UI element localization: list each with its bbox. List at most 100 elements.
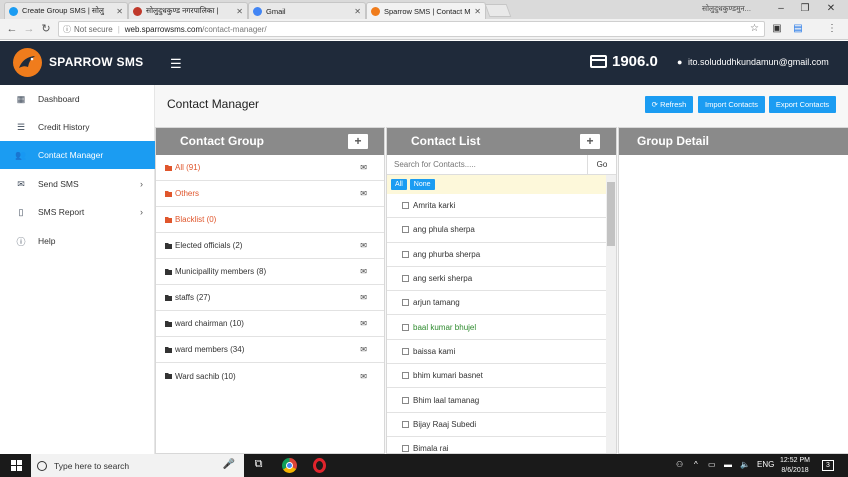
group-item-elected-officials[interactable]: Elected officials (2) ✉ <box>156 233 384 259</box>
contact-checkbox[interactable] <box>402 396 409 404</box>
opera-taskbar-icon[interactable] <box>313 458 326 473</box>
contact-item[interactable]: Bimala rai <box>387 437 606 453</box>
browser-tab-create-group[interactable]: Create Group SMS | सोलु ✕ <box>4 2 128 19</box>
import-contacts-button[interactable]: Import Contacts <box>698 96 765 113</box>
envelope-icon[interactable]: ✉ <box>360 319 367 328</box>
contact-checkbox[interactable] <box>402 299 409 307</box>
language-indicator[interactable]: ENG <box>757 460 774 469</box>
sidebar-item-dashboard[interactable]: ▦ Dashboard <box>0 85 155 113</box>
group-item-others[interactable]: Others ✉ <box>156 181 384 207</box>
group-item-staffs[interactable]: staffs (27) ✉ <box>156 285 384 311</box>
user-icon: ● <box>677 57 683 67</box>
contact-item[interactable]: Bijay Raaj Subedi <box>387 413 606 437</box>
contact-item[interactable]: baal kumar bhujel <box>387 315 606 340</box>
sidebar-item-sms-report[interactable]: ▯ SMS Report › <box>0 198 155 226</box>
group-item-ward-sachib[interactable]: Ward sachib (10) ✉ <box>156 363 384 389</box>
contact-item[interactable]: ang serki sherpa <box>387 267 606 292</box>
user-email[interactable]: ito.solududhkundamun@gmail.com <box>688 57 829 67</box>
envelope-icon[interactable]: ✉ <box>360 241 367 250</box>
contact-item[interactable]: bhim kumari basnet <box>387 364 606 389</box>
contact-item[interactable]: Bhim laal tamanag <box>387 388 606 413</box>
group-item-blacklist[interactable]: Blacklist (0) <box>156 207 384 233</box>
folder-icon <box>165 268 172 275</box>
bookmark-star-icon[interactable]: ☆ <box>750 23 759 34</box>
contact-item[interactable]: arjun tamang <box>387 291 606 316</box>
menu-dots-icon[interactable]: ⋮ <box>826 23 838 35</box>
microphone-icon[interactable]: 🎤 <box>223 459 235 470</box>
group-item-municipality-members[interactable]: Municipallity members (8) ✉ <box>156 259 384 285</box>
close-tab-icon[interactable]: ✕ <box>116 7 123 16</box>
reload-icon[interactable]: ↻ <box>39 22 53 36</box>
chrome-taskbar-icon[interactable] <box>282 458 297 473</box>
contact-checkbox[interactable] <box>402 202 409 210</box>
contact-checkbox[interactable] <box>402 323 409 331</box>
notifications-icon[interactable]: 3 <box>822 460 834 471</box>
contact-search-input[interactable] <box>387 155 588 174</box>
envelope-icon[interactable]: ✉ <box>360 293 367 302</box>
info-icon[interactable]: ⓘ <box>63 24 71 35</box>
close-window-icon[interactable]: ✕ <box>822 2 840 16</box>
envelope-icon[interactable]: ✉ <box>360 163 367 172</box>
taskbar-search-box[interactable]: Type here to search 🎤 <box>31 454 244 477</box>
group-item-ward-chairman[interactable]: ward chairman (10) ✉ <box>156 311 384 337</box>
contact-item[interactable]: ang phula sherpa <box>387 218 606 243</box>
app-logo-text[interactable]: SPARROW SMS <box>49 55 143 69</box>
browser-tab-sparrow-contact[interactable]: Sparrow SMS | Contact M ✕ <box>366 2 486 19</box>
envelope-icon[interactable]: ✉ <box>360 189 367 198</box>
browser-tab-gmail[interactable]: Gmail ✕ <box>248 2 366 19</box>
contact-checkbox[interactable] <box>402 250 409 258</box>
sidebar-item-help[interactable]: ⓘ Help <box>0 227 155 255</box>
forward-icon[interactable]: → <box>22 22 36 36</box>
search-go-button[interactable]: Go <box>588 155 616 174</box>
close-tab-icon[interactable]: ✕ <box>474 7 481 16</box>
contact-item[interactable]: ang phurba sherpa <box>387 243 606 267</box>
sidebar-item-send-sms[interactable]: ✉ Send SMS › <box>0 170 155 198</box>
group-item-all[interactable]: All (91) ✉ <box>156 155 384 181</box>
windows-start-icon[interactable] <box>11 460 22 471</box>
task-view-icon[interactable]: ⧉ <box>251 458 266 473</box>
close-tab-icon[interactable]: ✕ <box>236 7 243 16</box>
sidebar-item-label: Contact Manager <box>38 150 104 160</box>
contact-item[interactable]: Amrita karki <box>387 194 606 219</box>
taskbar-clock[interactable]: 12:52 PM 8/6/2018 <box>780 456 810 476</box>
folder-icon <box>165 190 172 197</box>
battery-icon[interactable]: ▬ <box>724 460 732 469</box>
folder-icon <box>165 164 172 171</box>
back-icon[interactable]: ← <box>5 22 19 36</box>
contact-checkbox[interactable] <box>402 372 409 380</box>
contact-item[interactable]: baissa kami <box>387 340 606 365</box>
extension-blue-icon[interactable]: ▤ <box>792 23 804 35</box>
add-contact-button[interactable]: + <box>580 134 600 149</box>
contact-checkbox[interactable] <box>402 445 409 453</box>
close-tab-icon[interactable]: ✕ <box>354 7 361 16</box>
contact-checkbox[interactable] <box>402 420 409 428</box>
sidebar-item-contact-manager[interactable]: 👥 Contact Manager <box>0 141 155 169</box>
people-icon[interactable]: ⚇ <box>676 460 683 469</box>
minimize-icon[interactable]: – <box>772 2 790 16</box>
group-item-ward-members[interactable]: ward members (34) ✉ <box>156 337 384 363</box>
volume-icon[interactable]: 🔈 <box>740 460 750 469</box>
contact-checkbox[interactable] <box>402 275 409 283</box>
group-list: All (91) ✉ Others ✉ Blacklist (0) Electe… <box>156 155 384 389</box>
envelope-icon[interactable]: ✉ <box>360 345 367 354</box>
envelope-icon[interactable]: ✉ <box>360 372 367 381</box>
extension-icon[interactable]: ▣ <box>771 23 783 35</box>
add-group-button[interactable]: + <box>348 134 368 149</box>
new-tab-button[interactable] <box>484 4 512 17</box>
select-all-button[interactable]: All <box>391 179 407 190</box>
contact-name: ang phula sherpa <box>413 225 475 235</box>
sidebar-item-credit-history[interactable]: ☰ Credit History <box>0 113 155 141</box>
export-contacts-button[interactable]: Export Contacts <box>769 96 836 113</box>
maximize-icon[interactable]: ❐ <box>796 2 814 16</box>
contact-checkbox[interactable] <box>402 347 409 355</box>
network-icon[interactable]: ▭ <box>708 460 716 469</box>
select-none-button[interactable]: None <box>409 179 435 190</box>
contact-checkbox[interactable] <box>402 226 409 234</box>
scrollbar-thumb[interactable] <box>607 182 615 246</box>
envelope-icon[interactable]: ✉ <box>360 267 367 276</box>
refresh-button[interactable]: ⟳ Refresh <box>645 96 693 113</box>
url-field[interactable]: ⓘ Not secure | web.sparrowsms.com/contac… <box>58 21 765 37</box>
hamburger-menu-icon[interactable]: ☰ <box>170 56 182 72</box>
browser-tab-municipality[interactable]: सोलुदुधकुण्ड नगरपालिका | ✕ <box>128 2 248 19</box>
chevron-up-icon[interactable]: ^ <box>694 460 698 469</box>
